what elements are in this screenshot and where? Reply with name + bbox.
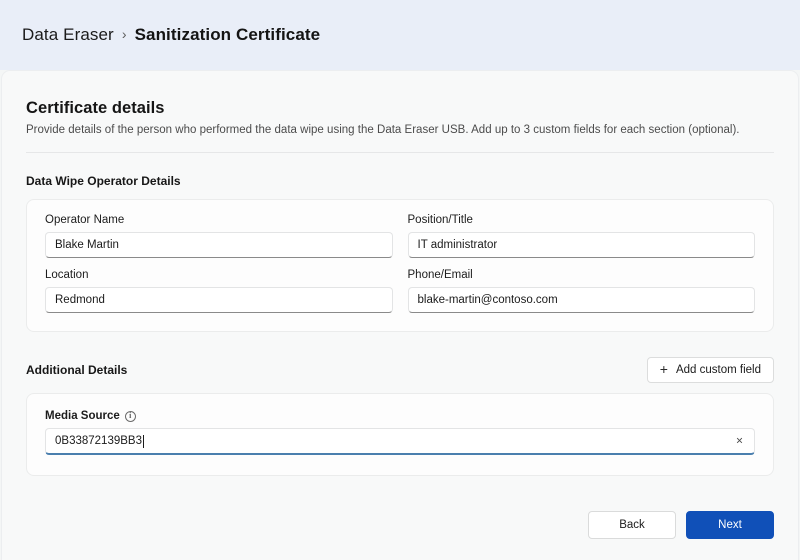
field-label: Phone/Email [408,269,756,281]
field-location: Location Redmond [45,269,393,313]
field-phone-email: Phone/Email blake-martin@contoso.com [408,269,756,313]
page-title: Certificate details [26,99,774,118]
breadcrumb-current-page: Sanitization Certificate [135,25,321,45]
field-label: Operator Name [45,214,393,226]
breadcrumb-bar: Data Eraser › Sanitization Certificate [0,0,800,70]
add-custom-field-button[interactable]: + Add custom field [647,357,774,383]
additional-section-heading: Additional Details [26,363,127,377]
chevron-right-icon: › [122,26,127,42]
input-value: blake-martin@contoso.com [418,294,558,306]
operator-section-heading: Data Wipe Operator Details [26,174,774,188]
operator-details-card: Operator Name Blake Martin Position/Titl… [26,199,774,332]
field-label: Location [45,269,393,281]
additional-details-card: Media Source i 0B33872139BB3 × [26,393,774,476]
media-source-input[interactable]: 0B33872139BB3 × [45,428,755,455]
header-divider [26,152,774,153]
media-source-label-row: Media Source i [45,410,755,422]
phone-email-input[interactable]: blake-martin@contoso.com [408,287,756,313]
input-value: Blake Martin [55,239,119,251]
page-subtitle: Provide details of the person who perfor… [26,124,774,136]
back-button[interactable]: Back [588,511,676,539]
input-value: IT administrator [418,239,498,251]
field-position-title: Position/Title IT administrator [408,214,756,258]
clear-icon[interactable]: × [733,435,746,448]
add-custom-field-label: Add custom field [676,364,761,376]
certificate-details-panel: Certificate details Provide details of t… [1,70,799,560]
next-button[interactable]: Next [686,511,774,539]
info-icon[interactable]: i [125,411,136,422]
media-source-label: Media Source [45,410,120,422]
position-title-input[interactable]: IT administrator [408,232,756,258]
text-caret [143,435,144,448]
additional-details-header: Additional Details + Add custom field [26,357,774,383]
field-operator-name: Operator Name Blake Martin [45,214,393,258]
breadcrumb-link-data-eraser[interactable]: Data Eraser [22,25,114,45]
input-value: 0B33872139BB3 [55,435,142,447]
plus-icon: + [660,362,668,376]
field-label: Position/Title [408,214,756,226]
breadcrumb: Data Eraser › Sanitization Certificate [22,25,320,45]
wizard-footer: Back Next [588,511,774,539]
location-input[interactable]: Redmond [45,287,393,313]
operator-name-input[interactable]: Blake Martin [45,232,393,258]
input-value: Redmond [55,294,105,306]
